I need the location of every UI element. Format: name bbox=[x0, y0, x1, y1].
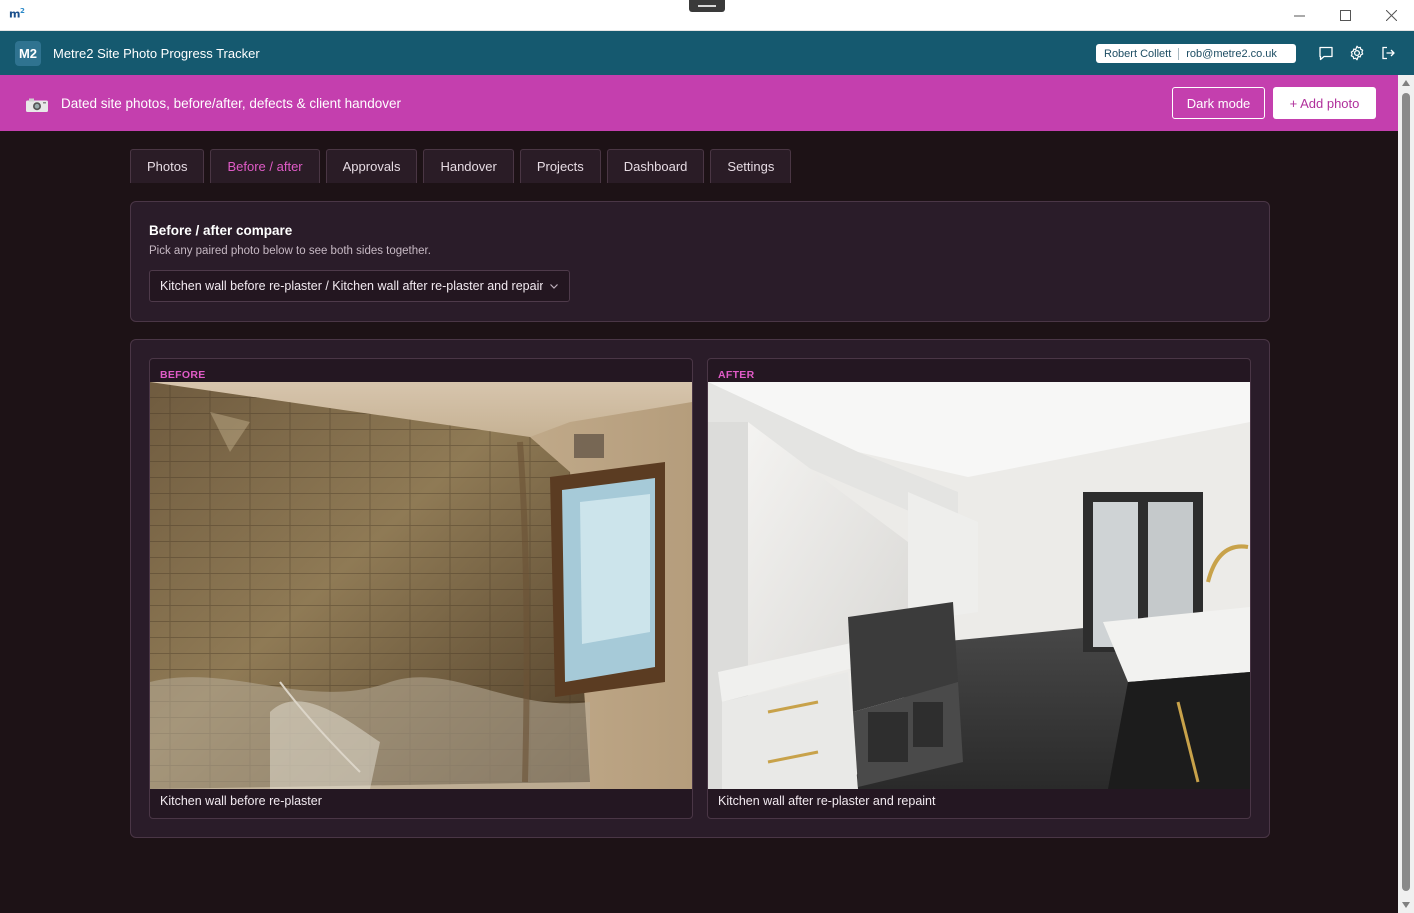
window-drag-handle[interactable] bbox=[689, 0, 725, 12]
before-panel: BEFORE Kitchen wall before re-plaster bbox=[149, 358, 693, 819]
feedback-icon[interactable] bbox=[1317, 44, 1335, 62]
compare-heading: Before / after compare bbox=[149, 223, 293, 238]
user-email: rob@metre2.co.uk bbox=[1186, 47, 1277, 60]
app-header: M2 Metre2 Site Photo Progress Tracker Ro… bbox=[0, 31, 1414, 75]
tab-dashboard[interactable]: Dashboard bbox=[606, 149, 705, 183]
close-button[interactable] bbox=[1368, 0, 1414, 31]
maximize-icon bbox=[1339, 10, 1351, 21]
tab-photos[interactable]: Photos bbox=[130, 149, 205, 183]
after-panel: AFTER Kitchen wall after re-plaster and … bbox=[707, 358, 1251, 819]
tab-approvals[interactable]: Approvals bbox=[325, 149, 418, 183]
before-label: BEFORE bbox=[160, 369, 206, 381]
compare-subtitle: Pick any paired photo below to see both … bbox=[149, 245, 431, 257]
app-logo: m2 bbox=[9, 7, 25, 21]
camera-icon bbox=[26, 98, 48, 112]
scrollbar-thumb[interactable] bbox=[1402, 93, 1410, 891]
tab-projects[interactable]: Projects bbox=[519, 149, 601, 183]
chevron-down-icon bbox=[550, 284, 558, 289]
minimize-button[interactable] bbox=[1276, 0, 1322, 31]
photo-pair-selected-value: Kitchen wall before re-plaster / Kitchen… bbox=[160, 279, 543, 293]
after-photo[interactable] bbox=[708, 382, 1250, 789]
photos-compare-card: BEFORE Kitchen wall before re-plaster AF… bbox=[130, 339, 1270, 838]
app-title: Metre2 Site Photo Progress Tracker bbox=[53, 46, 260, 61]
scroll-down-arrow-icon[interactable] bbox=[1402, 902, 1410, 908]
dark-mode-button[interactable]: Dark mode bbox=[1172, 87, 1265, 119]
compare-card: Before / after compare Pick any paired p… bbox=[130, 201, 1270, 322]
maximize-button[interactable] bbox=[1322, 0, 1368, 31]
user-pill-divider bbox=[1178, 47, 1180, 60]
main-tabs: Photos Before / after Approvals Handover… bbox=[130, 149, 792, 183]
logout-icon[interactable] bbox=[1379, 44, 1397, 62]
settings-gear-icon[interactable] bbox=[1348, 44, 1366, 62]
page-banner: Dated site photos, before/after, defects… bbox=[0, 75, 1414, 131]
add-photo-button[interactable]: + Add photo bbox=[1273, 87, 1376, 119]
user-name: Robert Collett bbox=[1104, 47, 1172, 60]
before-caption: Kitchen wall before re-plaster bbox=[160, 794, 322, 808]
banner-tagline: Dated site photos, before/after, defects… bbox=[61, 96, 401, 111]
logo-superscript: 2 bbox=[19, 7, 25, 15]
window-titlebar: m2 bbox=[0, 0, 1414, 31]
user-pill[interactable]: Robert Collett rob@metre2.co.uk bbox=[1096, 44, 1296, 63]
tab-handover[interactable]: Handover bbox=[423, 149, 514, 183]
close-icon bbox=[1385, 10, 1397, 21]
photo-pair-select[interactable]: Kitchen wall before re-plaster / Kitchen… bbox=[149, 270, 570, 302]
logo-text: m bbox=[9, 7, 20, 21]
after-label: AFTER bbox=[718, 369, 755, 381]
tab-settings[interactable]: Settings bbox=[710, 149, 792, 183]
page-scrollbar[interactable] bbox=[1398, 75, 1414, 913]
after-caption: Kitchen wall after re-plaster and repain… bbox=[718, 794, 936, 808]
tab-before-after[interactable]: Before / after bbox=[210, 149, 320, 183]
minimize-icon bbox=[1293, 15, 1305, 17]
app-badge: M2 bbox=[15, 41, 41, 66]
before-photo[interactable] bbox=[150, 382, 692, 789]
scroll-up-arrow-icon[interactable] bbox=[1402, 80, 1410, 86]
